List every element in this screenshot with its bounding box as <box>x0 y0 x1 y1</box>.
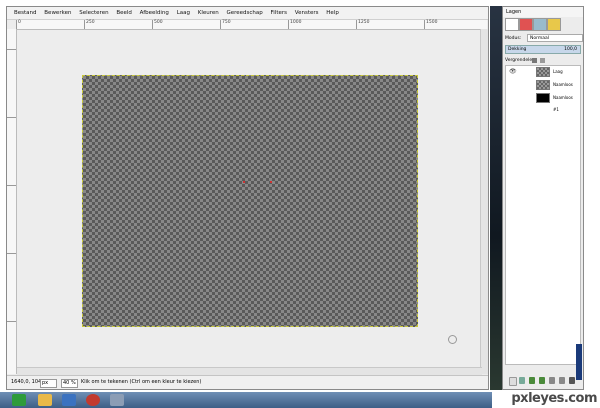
desktop-background-strip <box>490 6 502 390</box>
duplicate-layer-icon[interactable] <box>549 377 555 384</box>
taskbar <box>0 392 492 408</box>
menu-kleuren[interactable]: Kleuren <box>198 10 219 16</box>
dock-tabs <box>505 17 585 31</box>
ruler-tick <box>7 185 16 186</box>
start-button[interactable] <box>12 394 26 406</box>
canvas-area[interactable] <box>17 30 482 374</box>
ruler-tick: 1500 <box>424 20 437 29</box>
layer-name: Naamloos #1 <box>553 95 573 112</box>
horizontal-scrollbar[interactable] <box>17 367 482 375</box>
ruler-tick: 1250 <box>356 20 369 29</box>
menu-bestand[interactable]: Bestand <box>14 10 37 16</box>
tab-undo[interactable] <box>547 18 561 31</box>
ruler-tick: 250 <box>84 20 95 29</box>
unit-select[interactable]: px <box>40 379 57 388</box>
menu-beeld[interactable]: Beeld <box>116 10 132 16</box>
statusbar: 1640,0, 1040,0 px 40 % Klik om te tekene… <box>7 375 488 389</box>
delete-layer-icon[interactable] <box>569 377 575 384</box>
menu-help[interactable]: Help <box>326 10 339 16</box>
tab-channels[interactable] <box>519 18 533 31</box>
gimp-task-icon[interactable] <box>110 394 124 406</box>
lower-layer-icon[interactable] <box>539 377 545 384</box>
ruler-tick: 750 <box>220 20 231 29</box>
layer-row[interactable]: 👁 Laag <box>506 66 580 78</box>
layers-toolbar <box>505 376 585 386</box>
anchor-layer-icon[interactable] <box>559 377 565 384</box>
navigate-icon[interactable] <box>448 335 457 344</box>
tab-paths[interactable] <box>533 18 547 31</box>
layer-thumbnail <box>536 93 550 103</box>
red-marker <box>243 181 245 183</box>
opacity-slider[interactable]: Dekking 100,0 <box>505 45 581 54</box>
new-layer-icon[interactable] <box>509 377 517 386</box>
menu-laag[interactable]: Laag <box>177 10 190 16</box>
lock-pixels-icon[interactable] <box>532 58 537 63</box>
layer-group-icon[interactable] <box>519 377 525 384</box>
ruler-tick <box>7 49 16 50</box>
layers-dock: Lagen Modus: Normaal Dekking 100,0 Vergr… <box>502 6 584 390</box>
ruler-tick <box>7 321 16 322</box>
ruler-tick: 1000 <box>288 20 301 29</box>
horizontal-ruler[interactable]: 0 250 500 750 1000 1250 1500 <box>16 20 487 30</box>
layer-thumbnail <box>536 80 550 90</box>
ruler-tick <box>7 253 16 254</box>
menu-vensters[interactable]: Vensters <box>295 10 319 16</box>
ruler-tick <box>7 117 16 118</box>
layer-name: Naamloos <box>553 82 573 87</box>
app-task-icon[interactable] <box>62 394 76 406</box>
layer-row[interactable]: Naamloos #1 <box>506 92 580 112</box>
layer-thumbnail <box>536 67 550 77</box>
opacity-label: Dekking <box>508 47 527 52</box>
browser-task-icon[interactable] <box>86 394 100 406</box>
mode-label: Modus: <box>505 36 522 41</box>
vertical-ruler[interactable] <box>7 29 17 374</box>
status-message: Klik om te tekenen (Ctrl om een kleur te… <box>81 379 202 385</box>
eye-icon[interactable]: 👁 <box>509 66 517 78</box>
menu-selecteren[interactable]: Selecteren <box>79 10 108 16</box>
lock-row: Vergrendelen: <box>505 56 585 65</box>
transparent-layer-canvas[interactable] <box>82 75 418 327</box>
menu-afbeelding[interactable]: Afbeelding <box>140 10 169 16</box>
vertical-scrollbar[interactable] <box>480 29 488 374</box>
explorer-task-icon[interactable] <box>38 394 52 406</box>
menu-gereedschap[interactable]: Gereedschap <box>227 10 263 16</box>
ruler-tick: 500 <box>152 20 163 29</box>
menubar: Bestand Bewerken Selecteren Beeld Afbeel… <box>7 7 488 20</box>
opacity-value[interactable]: 100,0 <box>564 46 577 54</box>
tab-layers[interactable] <box>505 18 519 31</box>
layer-row[interactable]: Naamloos <box>506 79 580 91</box>
ruler-tick: 0 <box>16 20 21 29</box>
menu-filters[interactable]: Filters <box>271 10 288 16</box>
raise-layer-icon[interactable] <box>529 377 535 384</box>
menu-bewerken[interactable]: Bewerken <box>44 10 71 16</box>
red-marker <box>270 181 272 183</box>
zoom-select[interactable]: 40 % <box>61 379 78 388</box>
layer-name: Laag <box>553 69 563 74</box>
layers-list: 👁 Laag Naamloos Naamloos #1 <box>505 65 581 365</box>
mode-row: Modus: Normaal <box>505 34 585 43</box>
mode-select[interactable]: Normaal <box>527 34 583 42</box>
watermark: pxleyes.com <box>511 391 597 406</box>
image-window: Bestand Bewerken Selecteren Beeld Afbeel… <box>6 6 489 390</box>
dock-title: Lagen <box>503 7 583 17</box>
lock-alpha-icon[interactable] <box>540 58 545 63</box>
side-scroll-indicator <box>576 344 582 380</box>
